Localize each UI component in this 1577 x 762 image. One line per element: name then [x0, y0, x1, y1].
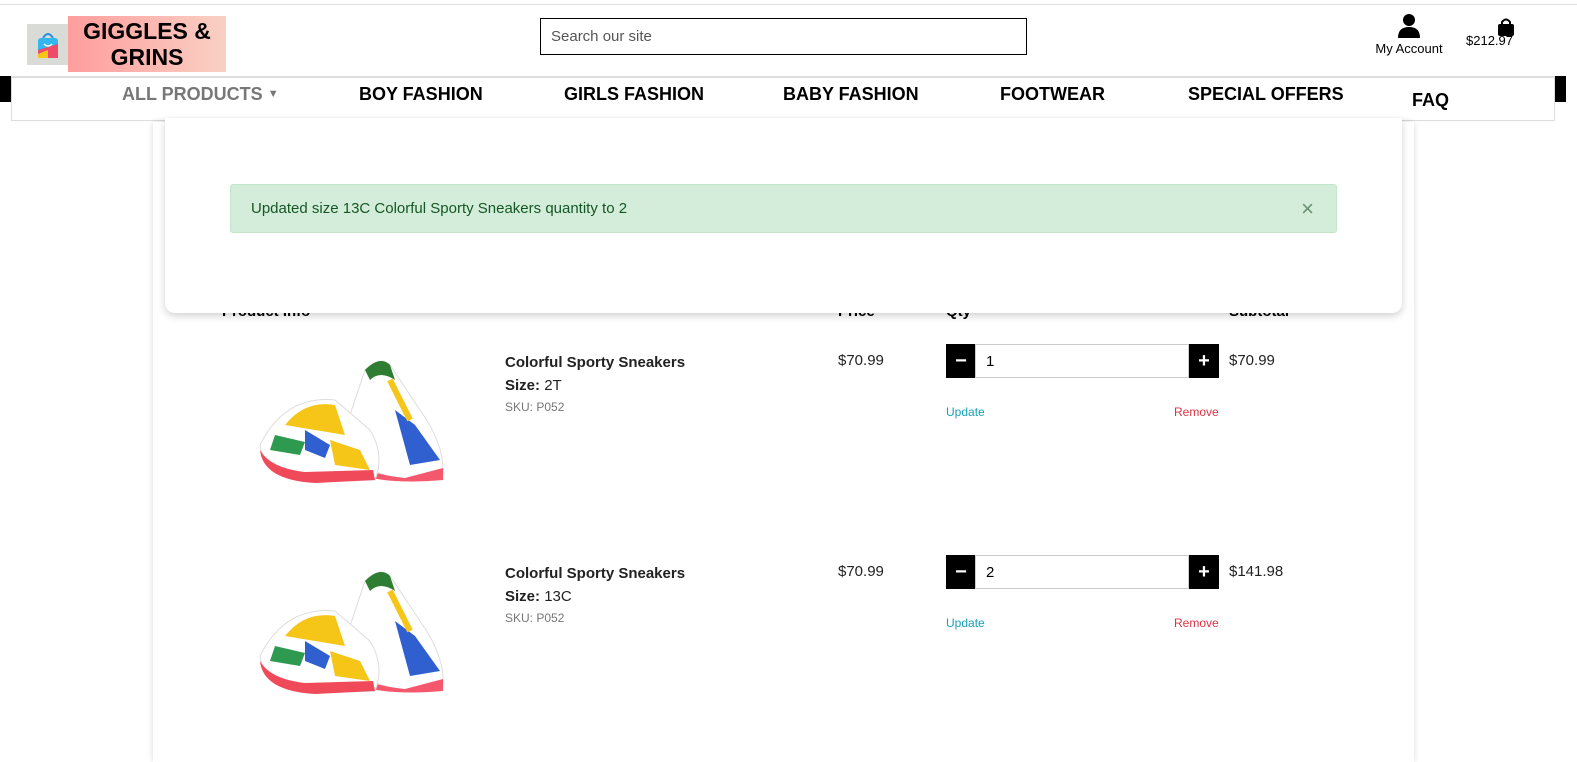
product-image[interactable] [245, 561, 455, 701]
alert-message: Updated size 13C Colorful Sporty Sneaker… [251, 200, 628, 217]
user-icon [1398, 14, 1420, 38]
remove-link[interactable]: Remove [1174, 616, 1219, 630]
cart-total: $212.97 [1466, 33, 1513, 48]
nav-edge-right [1555, 76, 1566, 102]
nav-baby-fashion[interactable]: BABY FASHION [783, 84, 919, 105]
product-name: Colorful Sporty Sneakers [505, 354, 686, 371]
my-account-link[interactable]: My Account [1366, 14, 1452, 56]
size-value: 13C [544, 588, 572, 605]
product-size: Size: 2T [505, 377, 562, 394]
nav-edge-left [0, 76, 11, 102]
quantity-input[interactable] [975, 344, 1189, 378]
size-value: 2T [544, 377, 562, 394]
cart-item: Colorful Sporty Sneakers Size: 13C SKU: … [0, 555, 1577, 761]
caret-down-icon: ▼ [267, 88, 279, 100]
nav-label: ALL PRODUCTS [122, 84, 263, 104]
update-link[interactable]: Update [946, 405, 985, 419]
product-sku: SKU: P052 [505, 611, 565, 625]
nav-special-offers[interactable]: SPECIAL OFFERS [1188, 84, 1344, 105]
success-alert: Updated size 13C Colorful Sporty Sneaker… [230, 184, 1337, 233]
logo-icon[interactable] [27, 24, 68, 65]
size-label: Size: [505, 588, 541, 605]
item-subtotal: $141.98 [1229, 563, 1284, 580]
top-border [0, 4, 1577, 5]
nav-faq[interactable]: FAQ [1412, 90, 1449, 111]
nav-all-products[interactable]: ALL PRODUCTS ▼ [122, 84, 279, 105]
increment-qty-button[interactable]: + [1189, 555, 1219, 589]
main-nav: ALL PRODUCTS ▼ BOY FASHION GIRLS FASHION… [11, 76, 1555, 121]
increment-qty-button[interactable]: + [1189, 344, 1219, 378]
cart-item: Colorful Sporty Sneakers Size: 2T SKU: P… [0, 344, 1577, 550]
product-price: $70.99 [838, 563, 884, 580]
product-image[interactable] [245, 350, 455, 490]
size-label: Size: [505, 377, 541, 394]
logo-text[interactable]: GIGGLES & GRINS [68, 16, 226, 72]
toast-card: Updated size 13C Colorful Sporty Sneaker… [165, 118, 1402, 313]
item-subtotal: $70.99 [1229, 352, 1275, 369]
decrement-qty-button[interactable]: − [946, 555, 976, 589]
product-price: $70.99 [838, 352, 884, 369]
search-input[interactable] [540, 18, 1027, 55]
product-size: Size: 13C [505, 588, 572, 605]
update-link[interactable]: Update [946, 616, 985, 630]
close-icon[interactable]: × [1301, 196, 1314, 222]
account-label: My Account [1375, 41, 1443, 56]
nav-boy-fashion[interactable]: BOY FASHION [359, 84, 483, 105]
quantity-input[interactable] [975, 555, 1189, 589]
nav-footwear[interactable]: FOOTWEAR [1000, 84, 1105, 105]
product-name: Colorful Sporty Sneakers [505, 565, 686, 582]
remove-link[interactable]: Remove [1174, 405, 1219, 419]
product-sku: SKU: P052 [505, 400, 565, 414]
nav-girls-fashion[interactable]: GIRLS FASHION [564, 84, 704, 105]
decrement-qty-button[interactable]: − [946, 344, 976, 378]
